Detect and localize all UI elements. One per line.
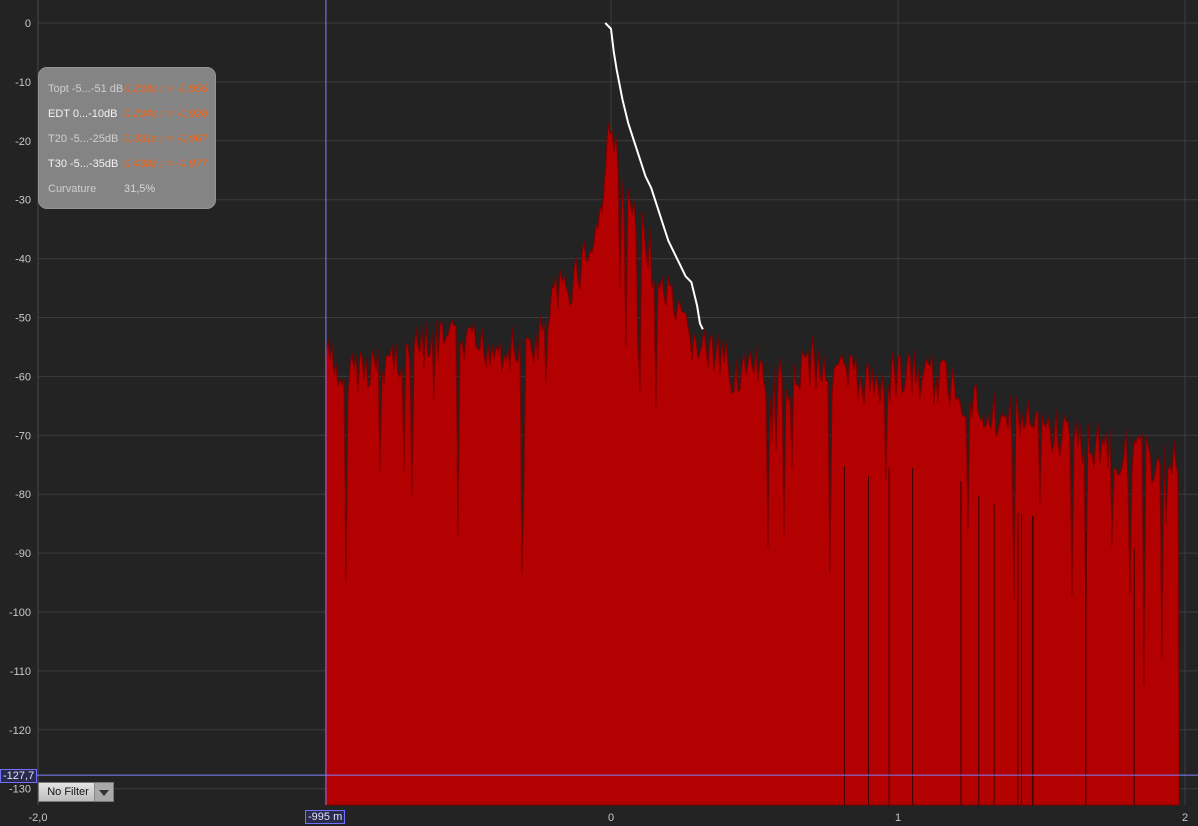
stat-label: T20 -5...-25dB	[48, 133, 119, 145]
stat-label: T30 -5...-35dB	[48, 158, 119, 170]
y-tick-label: -70	[15, 430, 31, 442]
stat-label: Topt -5...-51 dB	[48, 83, 124, 95]
y-tick-label: -130	[9, 784, 31, 796]
y-tick-label: -60	[15, 371, 31, 383]
stat-row-t20: T20 -5...-25dB 0,331s r = -0,967	[48, 132, 207, 146]
filter-label: No Filter	[47, 786, 89, 798]
stat-label: EDT 0...-10dB	[48, 108, 118, 120]
stat-value: 0,438s r = -0,977	[124, 158, 208, 170]
cursor-y-readout[interactable]: -127,7	[0, 769, 38, 783]
cursor-x-readout[interactable]: -995 m	[305, 810, 346, 824]
y-tick-label: -110	[10, 666, 31, 678]
stat-value: 31,5%	[124, 183, 156, 195]
y-tick-label: 0	[25, 18, 31, 30]
x-tick-label: 2	[1182, 812, 1188, 824]
y-axis-labels: 0 -10 -20 -30 -40 -50 -60 -70 -80 -90 -100 -110 -120…	[9, 18, 31, 796]
stat-row-t30: T30 -5...-35dB 0,438s r = -0,977	[48, 157, 207, 171]
x-tick-label: -2,0	[29, 812, 48, 824]
chevron-down-icon[interactable]	[94, 783, 113, 801]
y-tick-label: -40	[15, 254, 31, 266]
y-tick-label: -100	[9, 607, 31, 619]
y-tick-label: -80	[15, 489, 31, 501]
impulse-fill-path	[325, 121, 1180, 806]
stat-value: 0,234s r = -0,926	[124, 108, 208, 120]
impulse-fill-area	[325, 121, 1180, 806]
x-tick-label: 1	[895, 812, 901, 824]
stat-value: 0,233s r = -0,955	[124, 83, 208, 95]
stat-label: Curvature	[48, 183, 97, 195]
filter-select[interactable]: No Filter	[38, 782, 114, 802]
stat-row-topt: Topt -5...-51 dB0,233s r = -0,955	[48, 82, 207, 96]
stat-value: 0,331s r = -0,967	[124, 133, 208, 145]
y-tick-label: -120	[9, 725, 31, 737]
reverb-stats-panel: Topt -5...-51 dB0,233s r = -0,955 EDT 0.…	[38, 67, 216, 209]
stat-row-curvature: Curvature 31,5%	[48, 182, 155, 196]
stat-row-edt: EDT 0...-10dB 0,234s r = -0,926	[48, 107, 207, 121]
y-tick-label: -50	[15, 313, 31, 325]
y-tick-label: -10	[15, 77, 31, 89]
y-tick-label: -90	[15, 548, 31, 560]
x-axis-labels: -2,0 0 1 2	[29, 812, 1189, 824]
x-tick-label: 0	[608, 812, 614, 824]
y-tick-label: -30	[15, 195, 31, 207]
y-tick-label: -20	[15, 136, 31, 148]
